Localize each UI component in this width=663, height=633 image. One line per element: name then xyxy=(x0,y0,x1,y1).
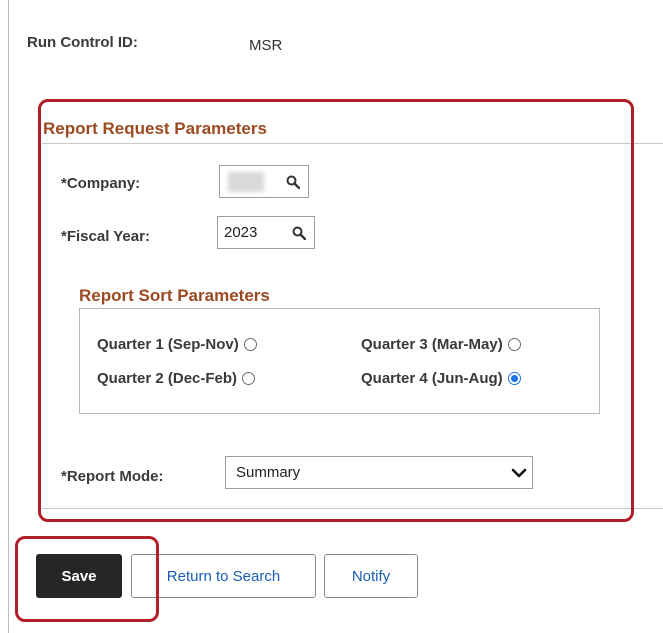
section-divider xyxy=(42,143,663,144)
company-field[interactable] xyxy=(219,165,309,198)
fiscal-year-value: 2023 xyxy=(224,224,258,241)
report-mode-select[interactable]: Summary xyxy=(225,456,533,489)
return-to-search-button[interactable]: Return to Search xyxy=(131,554,316,598)
report-sort-title: Report Sort Parameters xyxy=(79,286,270,305)
notify-button[interactable]: Notify xyxy=(324,554,418,598)
report-sort-group xyxy=(79,308,600,414)
radio-button-selected[interactable] xyxy=(507,372,521,385)
search-icon[interactable] xyxy=(282,171,304,193)
run-control-label: Run Control ID: xyxy=(27,34,138,51)
fiscal-year-label: *Fiscal Year: xyxy=(61,228,150,245)
radio-label: Quarter 3 (Mar-May) xyxy=(361,336,503,353)
radio-quarter-4[interactable]: Quarter 4 (Jun-Aug) xyxy=(361,370,521,387)
company-label: *Company: xyxy=(61,175,141,192)
radio-quarter-3[interactable]: Quarter 3 (Mar-May) xyxy=(361,336,521,353)
run-control-value: MSR xyxy=(249,37,283,54)
report-request-title: Report Request Parameters xyxy=(43,119,267,138)
save-button[interactable]: Save xyxy=(36,554,122,598)
fiscal-year-field[interactable]: 2023 xyxy=(217,216,315,249)
radio-label: Quarter 2 (Dec-Feb) xyxy=(97,370,238,387)
radio-label: Quarter 4 (Jun-Aug) xyxy=(361,370,503,387)
report-mode-label: *Report Mode: xyxy=(61,468,164,485)
search-icon[interactable] xyxy=(288,222,310,244)
radio-button[interactable] xyxy=(243,338,257,351)
radio-quarter-2[interactable]: Quarter 2 (Dec-Feb) xyxy=(97,370,256,387)
report-mode-value: Summary xyxy=(236,464,301,481)
radio-quarter-1[interactable]: Quarter 1 (Sep-Nov) xyxy=(97,336,257,353)
radio-button[interactable] xyxy=(507,338,521,351)
section-divider-bottom xyxy=(42,508,663,509)
company-value-redacted xyxy=(228,171,264,192)
radio-button[interactable] xyxy=(242,372,256,385)
chevron-down-icon xyxy=(506,463,532,483)
radio-label: Quarter 1 (Sep-Nov) xyxy=(97,336,239,353)
